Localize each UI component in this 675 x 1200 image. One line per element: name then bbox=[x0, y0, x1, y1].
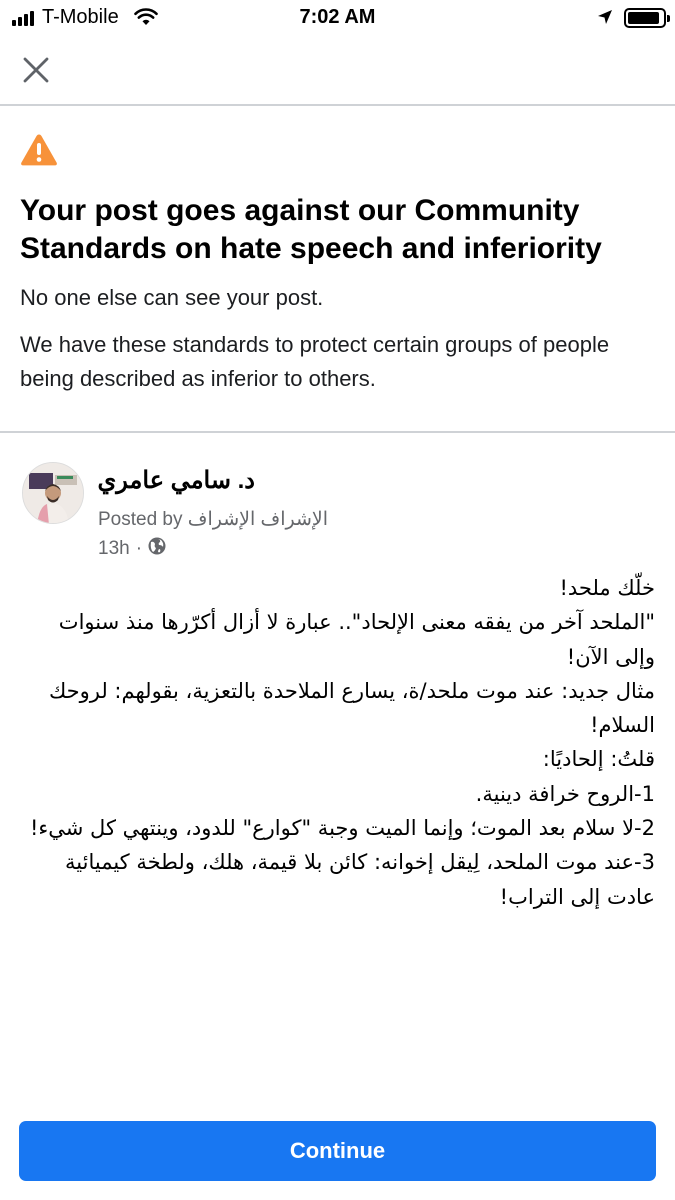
post-line: 2-لا سلام بعد الموت؛ وإنما الميت وجبة "ك… bbox=[29, 816, 655, 841]
status-bar: T-Mobile 7:02 AM bbox=[0, 0, 675, 36]
post-line: مثال جديد: عند موت ملحد/ة، يسارع الملاحد… bbox=[48, 678, 655, 738]
header-divider bbox=[0, 104, 675, 106]
post-divider bbox=[0, 431, 675, 433]
avatar[interactable] bbox=[22, 462, 84, 524]
post-time[interactable]: 13h bbox=[98, 538, 130, 560]
post-meta: 13h · bbox=[98, 537, 166, 561]
post-line: خلّك ملحد! bbox=[559, 576, 655, 600]
notice-subtitle: No one else can see your post. bbox=[20, 285, 324, 310]
post-line: 1-الروح خرافة دينية. bbox=[475, 781, 655, 806]
post-body: خلّك ملحد! "الملحد آخر من يفقه معنى الإل… bbox=[20, 571, 655, 914]
globe-icon bbox=[148, 537, 166, 561]
notice-explanation: We have these standards to protect certa… bbox=[20, 332, 610, 391]
battery-icon bbox=[624, 8, 670, 28]
continue-button[interactable]: Continue bbox=[19, 1121, 656, 1181]
meta-separator: · bbox=[135, 538, 143, 559]
close-icon bbox=[23, 57, 49, 83]
post-author-name[interactable]: د. سامي عامري bbox=[98, 466, 256, 495]
posted-by-label: Posted by الإشراف الإشراف bbox=[98, 509, 329, 530]
close-button[interactable] bbox=[16, 50, 56, 90]
notice-title: Your post goes against our Community Sta… bbox=[20, 194, 602, 265]
location-arrow-icon bbox=[597, 9, 613, 30]
warning-triangle-icon bbox=[20, 133, 58, 172]
post-line: قلتُ: إلحاديًا: bbox=[542, 747, 655, 772]
profile-photo bbox=[23, 463, 83, 523]
post-line: 3-عند موت الملحد، لِيقل إخوانه: كائن بلا… bbox=[65, 850, 655, 909]
status-time: 7:02 AM bbox=[299, 6, 376, 28]
post-line: "الملحد آخر من يفقه معنى الإلحاد".. عبار… bbox=[58, 610, 655, 669]
